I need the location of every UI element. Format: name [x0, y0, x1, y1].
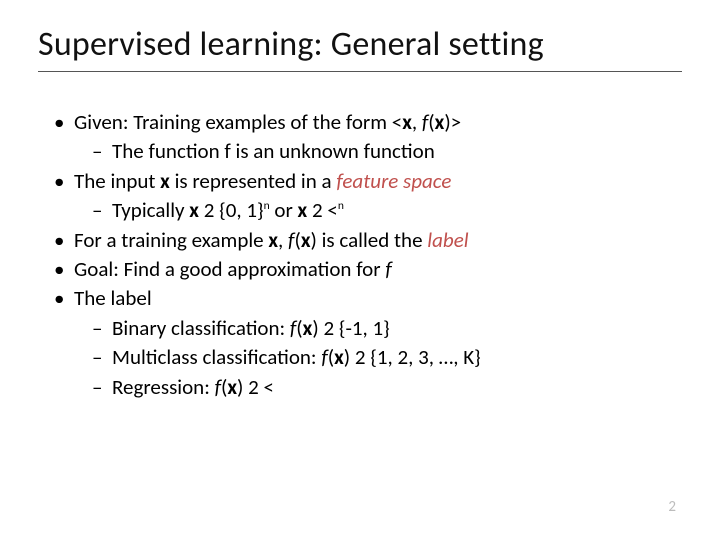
text-run: x	[402, 109, 412, 135]
sub-bullet-item: The function f is an unknown function	[88, 137, 682, 166]
text-run: ) is called the	[310, 227, 427, 253]
text-run: Given: Training examples of the form <	[74, 109, 402, 135]
sub-bullet-item: Regression: f(x) 2 <	[88, 373, 682, 402]
bullet-item: Given: Training examples of the form <x,…	[48, 108, 682, 167]
title-rule	[38, 71, 682, 72]
text-run: ,	[412, 109, 422, 135]
text-run: Goal: Find a good approximation for	[74, 256, 385, 282]
text-run: x	[298, 197, 308, 223]
text-run: x	[227, 374, 237, 400]
sub-list: Typically x 2 {0, 1}n or x 2 <n	[88, 196, 682, 225]
bullet-list: Given: Training examples of the form <x,…	[48, 108, 682, 402]
text-run: ) 2 <	[237, 374, 274, 400]
sub-list: Binary classification: f(x) 2 {-1, 1}Mul…	[88, 314, 682, 402]
slide-title: Supervised learning: General setting	[38, 24, 682, 65]
text-run: x	[303, 315, 313, 341]
text-run: 2 {0, 1}	[199, 197, 264, 223]
text-run: x	[268, 227, 278, 253]
text-run: or	[270, 197, 298, 223]
text-run: The function f is an unknown function	[112, 138, 435, 164]
text-run: x	[334, 344, 344, 370]
bullet-item: For a training example x, f(x) is called…	[48, 226, 682, 255]
text-run: label	[427, 227, 468, 253]
text-run: The input	[74, 168, 160, 194]
text-run: ,	[278, 227, 288, 253]
text-run: ) 2 {1, 2, 3, …, K}	[344, 344, 481, 370]
sub-bullet-item: Binary classification: f(x) 2 {-1, 1}	[88, 314, 682, 343]
text-run: Multiclass classification:	[112, 344, 321, 370]
sub-bullet-item: Multiclass classification: f(x) 2 {1, 2,…	[88, 343, 682, 372]
page-number: 2	[668, 498, 676, 516]
text-run: x	[435, 109, 445, 135]
text-run: x	[160, 168, 170, 194]
sub-bullet-item: Typically x 2 {0, 1}n or x 2 <n	[88, 196, 682, 225]
text-run: n	[338, 199, 344, 213]
bullet-item: Goal: Find a good approximation for f	[48, 255, 682, 284]
sub-list: The function f is an unknown function	[88, 137, 682, 166]
text-run: )>	[444, 109, 461, 135]
text-run: Binary classification:	[112, 315, 290, 341]
text-run: ) 2 {-1, 1}	[312, 315, 389, 341]
text-run: Typically	[112, 197, 189, 223]
bullet-item: The label Binary classification: f(x) 2 {…	[48, 284, 682, 402]
slide: Supervised learning: General setting Giv…	[0, 0, 720, 540]
text-run: is represented in a	[170, 168, 337, 194]
text-run: feature space	[336, 168, 451, 194]
text-run: For a training example	[74, 227, 268, 253]
text-run: The label	[74, 285, 152, 311]
text-run: x	[189, 197, 199, 223]
text-run: f	[385, 256, 391, 282]
text-run: 2 <	[307, 197, 338, 223]
text-run: Regression:	[112, 374, 215, 400]
bullet-item: The input x is represented in a feature …	[48, 167, 682, 226]
